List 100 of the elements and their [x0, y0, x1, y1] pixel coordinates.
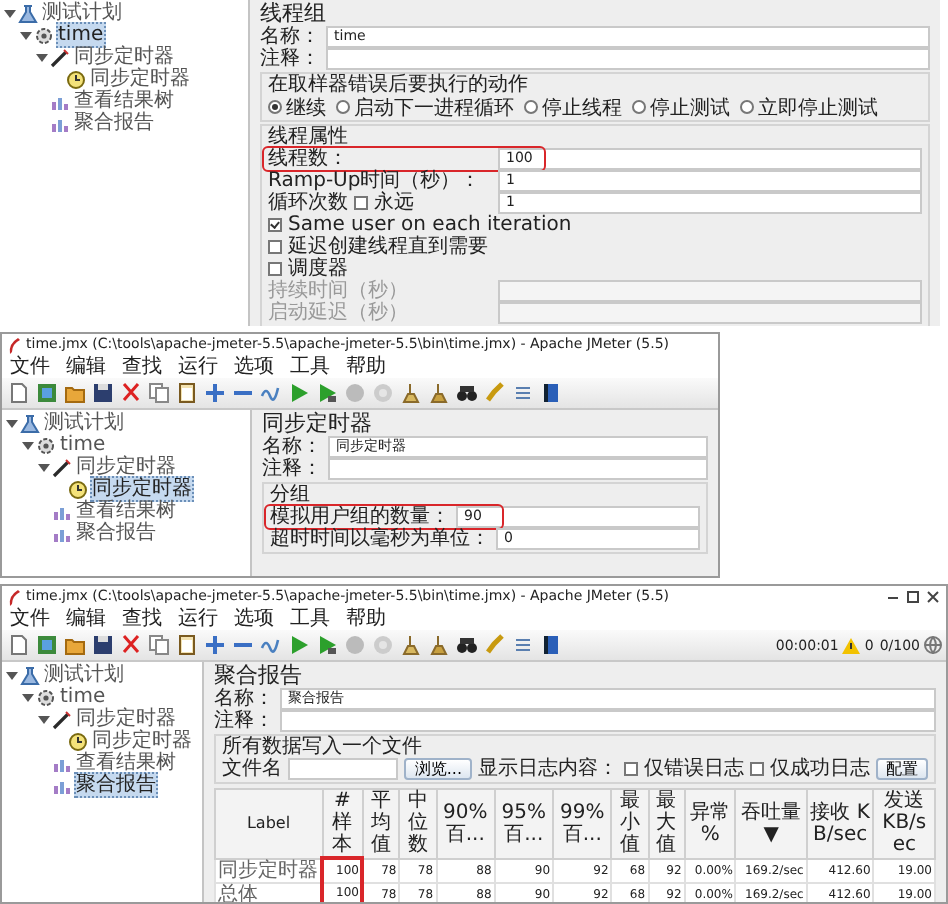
close-icon[interactable] [926, 590, 940, 604]
column-header[interactable]: 中位数 [399, 789, 437, 858]
menu-item[interactable]: 工具 [290, 356, 330, 378]
column-header[interactable]: # 样本 [322, 789, 363, 858]
tree-item[interactable]: 测试计划 [40, 2, 124, 24]
folder-icon[interactable] [64, 634, 86, 656]
column-header[interactable]: 最小值 [611, 789, 649, 858]
radio-button[interactable] [632, 100, 646, 114]
column-header[interactable]: 最大值 [648, 789, 685, 858]
menu-item[interactable]: 编辑 [66, 356, 106, 378]
menu-item[interactable]: 选项 [234, 356, 274, 378]
tree-item[interactable]: time [56, 22, 106, 48]
tree-item[interactable]: time [58, 686, 108, 708]
checkbox[interactable] [354, 196, 368, 210]
scissors-icon[interactable] [120, 634, 142, 656]
checkbox[interactable] [268, 218, 282, 232]
text-field[interactable] [498, 302, 922, 324]
text-field[interactable] [498, 280, 922, 302]
tree-item[interactable]: 聚合报告 [72, 112, 156, 134]
menu-item[interactable]: 文件 [10, 608, 50, 630]
tree-item[interactable]: 同步定时器 [88, 68, 192, 90]
tree-item[interactable]: 同步定时器 [90, 730, 194, 752]
file-icon[interactable] [8, 634, 30, 656]
play-icon[interactable] [316, 634, 338, 656]
broom-icon[interactable] [400, 382, 422, 404]
tree-item[interactable]: 测试计划 [42, 664, 126, 686]
broom-icon[interactable] [428, 634, 450, 656]
config-button[interactable]: 配置 [876, 758, 928, 780]
column-header[interactable]: Label [215, 789, 322, 858]
checkbox[interactable] [268, 262, 282, 276]
column-header[interactable]: 发送 KB/sec [873, 789, 935, 858]
menu-item[interactable]: 运行 [178, 356, 218, 378]
clipboard-icon[interactable] [176, 634, 198, 656]
play-icon[interactable] [288, 634, 310, 656]
checkbox[interactable] [750, 762, 764, 776]
menu-item[interactable]: 帮助 [346, 356, 386, 378]
tree-item[interactable]: 同步定时器 [72, 46, 176, 68]
list-icon[interactable] [512, 634, 534, 656]
save-icon[interactable] [92, 382, 114, 404]
tree-item[interactable]: 同步定时器 [74, 456, 178, 478]
menu-item[interactable]: 运行 [178, 608, 218, 630]
text-field[interactable] [326, 48, 930, 70]
menu-item[interactable]: 查找 [122, 608, 162, 630]
copy-icon[interactable] [148, 634, 170, 656]
book-icon[interactable] [540, 634, 562, 656]
text-field[interactable] [280, 710, 936, 732]
tree-item[interactable]: 查看结果树 [74, 752, 178, 774]
column-header[interactable]: 异常 % [684, 789, 736, 858]
plus-icon[interactable] [204, 634, 226, 656]
checkbox[interactable] [268, 240, 282, 254]
tree-item[interactable]: 查看结果树 [72, 90, 176, 112]
tree-item[interactable]: 聚合报告 [74, 522, 158, 544]
save-icon[interactable] [92, 634, 114, 656]
warning-icon[interactable] [842, 637, 861, 653]
menu-item[interactable]: 帮助 [346, 608, 386, 630]
binoculars-icon[interactable] [456, 634, 478, 656]
tree-item[interactable]: time [58, 434, 108, 456]
maximize-icon[interactable] [906, 590, 920, 604]
tree-item[interactable]: 同步定时器 [90, 476, 194, 502]
column-header[interactable]: 95% 百... [494, 789, 554, 858]
menu-item[interactable]: 查找 [122, 356, 162, 378]
menu-item[interactable]: 工具 [290, 608, 330, 630]
checkbox[interactable] [624, 762, 638, 776]
binoculars-icon[interactable] [456, 382, 478, 404]
broom-icon[interactable] [400, 634, 422, 656]
column-header[interactable]: 平均值 [362, 789, 400, 858]
play-icon[interactable] [316, 382, 338, 404]
menu-item[interactable]: 选项 [234, 608, 274, 630]
scissors-icon[interactable] [120, 382, 142, 404]
globe-icon[interactable] [924, 636, 942, 654]
menu-item[interactable]: 编辑 [66, 608, 106, 630]
browse-button[interactable]: 浏览... [404, 758, 472, 780]
play-icon[interactable] [288, 382, 310, 404]
column-header[interactable]: 99% 百... [553, 789, 612, 858]
radio-button[interactable] [336, 100, 350, 114]
file-icon[interactable] [8, 382, 30, 404]
clipboard-icon[interactable] [176, 382, 198, 404]
tree-item[interactable]: 同步定时器 [74, 708, 178, 730]
radio-button[interactable] [740, 100, 754, 114]
list-icon[interactable] [512, 382, 534, 404]
book-icon[interactable] [540, 382, 562, 404]
squiggle-icon[interactable] [260, 382, 282, 404]
copy-icon[interactable] [148, 382, 170, 404]
broom-icon[interactable] [428, 382, 450, 404]
menu-item[interactable]: 文件 [10, 356, 50, 378]
squiggle-icon[interactable] [260, 634, 282, 656]
radio-button[interactable] [524, 100, 538, 114]
document-stack-icon[interactable] [36, 634, 58, 656]
tree-item[interactable]: 查看结果树 [74, 500, 178, 522]
column-header[interactable]: 接收 KB/sec [806, 789, 874, 858]
folder-icon[interactable] [64, 382, 86, 404]
column-header[interactable]: 90% 百... [436, 789, 495, 858]
plus-icon[interactable] [204, 382, 226, 404]
column-header[interactable]: 吞吐量 ▼ [735, 789, 807, 858]
tree-item[interactable]: 聚合报告 [74, 772, 158, 798]
text-field[interactable] [288, 758, 399, 780]
radio-button[interactable] [268, 100, 282, 114]
text-field[interactable] [328, 458, 708, 480]
tree-item[interactable]: 测试计划 [42, 412, 126, 434]
document-stack-icon[interactable] [36, 382, 58, 404]
